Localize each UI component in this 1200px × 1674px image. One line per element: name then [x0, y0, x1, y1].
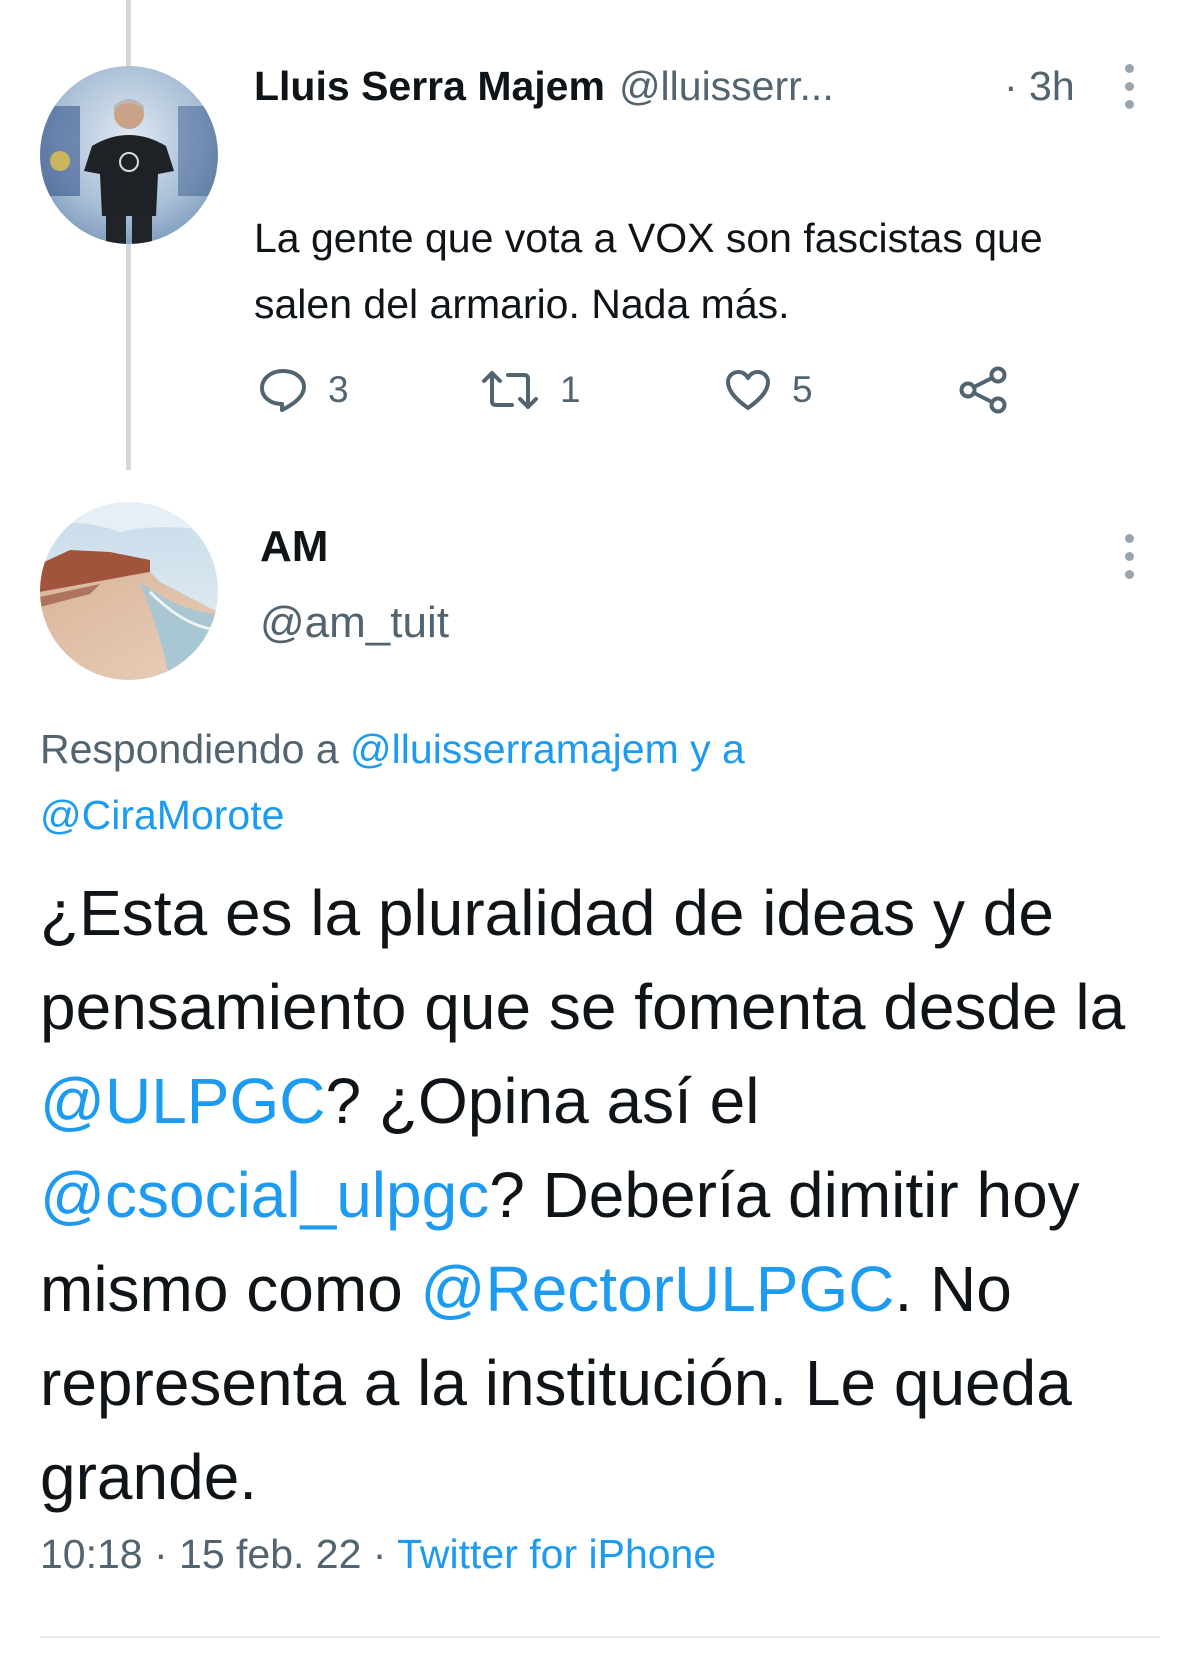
more-icon[interactable]: [1121, 64, 1137, 109]
tweet-text-segment: ? ¿Opina así el: [325, 1065, 760, 1137]
mention-link[interactable]: @CiraMorote: [40, 792, 284, 838]
more-icon[interactable]: [1121, 534, 1137, 579]
tweet-timestamp[interactable]: 10:18 · 15 feb. 22 ·: [40, 1531, 386, 1577]
mention-link[interactable]: @ULPGC: [40, 1065, 325, 1137]
replying-to: Respondiendo a @lluisserramajem y a @Cir…: [40, 716, 1140, 848]
like-button[interactable]: 5: [724, 362, 813, 418]
tweet-header: Lluis Serra Majem @lluisserr... · 3h: [254, 58, 1140, 114]
author-handle[interactable]: @am_tuit: [260, 598, 449, 648]
divider: [40, 1636, 1160, 1638]
tweet-actions: 3 1 5: [258, 362, 1038, 418]
like-count: 5: [792, 369, 813, 410]
like-icon: [726, 370, 770, 410]
share-icon: [959, 366, 1007, 414]
avatar[interactable]: [40, 502, 218, 680]
share-button[interactable]: [958, 362, 1010, 418]
avatar-photo: [40, 66, 218, 244]
author-handle[interactable]: @lluisserr...: [619, 63, 834, 110]
retweet-count: 1: [560, 369, 581, 410]
tweet-text: ¿Esta es la pluralidad de ideas y de pen…: [40, 866, 1180, 1524]
mention-link[interactable]: @csocial_ulpgc: [40, 1159, 489, 1231]
tweet-thread: Lluis Serra Majem @lluisserr... · 3h La …: [0, 0, 1200, 1674]
avatar[interactable]: [40, 66, 218, 244]
replying-prefix: Respondiendo a: [40, 726, 339, 772]
mention-link[interactable]: @lluisserramajem: [350, 726, 679, 772]
tweet-text-segment: ¿Esta es la pluralidad de ideas y de pen…: [40, 877, 1126, 1043]
reply-icon: [260, 369, 306, 412]
avatar-photo: [40, 502, 218, 680]
tweet-source[interactable]: Twitter for iPhone: [397, 1531, 716, 1577]
tweet-time[interactable]: · 3h: [1004, 63, 1075, 110]
replying-joiner: y a: [690, 726, 745, 772]
reply-count: 3: [328, 369, 349, 410]
author-name[interactable]: Lluis Serra Majem: [254, 63, 605, 110]
mention-link[interactable]: @RectorULPGC: [421, 1253, 895, 1325]
tweet-text: La gente que vota a VOX son fascistas qu…: [254, 215, 1043, 327]
author-name[interactable]: AM: [260, 522, 328, 572]
reply-button[interactable]: 3: [258, 362, 349, 418]
retweet-button[interactable]: 1: [480, 362, 581, 418]
tweet-meta: 10:18 · 15 feb. 22 · Twitter for iPhone: [40, 1531, 716, 1578]
retweet-icon: [482, 371, 538, 409]
